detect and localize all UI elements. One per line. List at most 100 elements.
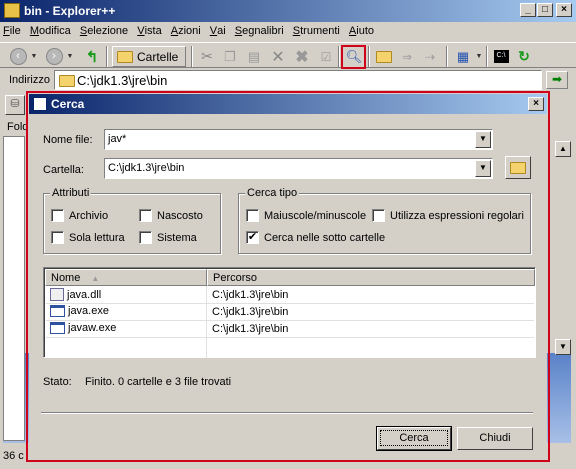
forward-dropdown-button[interactable]: ▼ (65, 46, 75, 67)
toolbar-separator (191, 46, 193, 67)
case-sensitive-checkbox[interactable]: Maiuscole/minuscole (246, 209, 366, 222)
checkbox-box[interactable] (139, 209, 152, 222)
new-folder-button[interactable] (374, 46, 394, 67)
subfolders-label: Cerca nelle sotto cartelle (264, 231, 386, 244)
file-path: C:\jdk1.3\jre\bin (212, 306, 289, 318)
go-button[interactable]: ➡ (546, 71, 568, 89)
dialog-close-button[interactable]: × (528, 97, 544, 111)
maximize-button[interactable]: □ (537, 3, 553, 17)
menu-vai[interactable]: Vai (207, 22, 229, 37)
dialog-separator (41, 412, 533, 414)
results-list[interactable]: Nome ▲ Percorso java.dll C:\jdk1.3\jre\b… (43, 267, 536, 358)
scroll-down-button[interactable]: ▼ (555, 339, 571, 355)
filename-label: Nome file: (43, 134, 93, 146)
copy-button[interactable]: ❐ (220, 46, 240, 67)
readonly-checkbox[interactable]: Sola lettura (51, 231, 125, 244)
search-button[interactable]: 🔍︎ (344, 46, 364, 67)
forward-button[interactable]: › (44, 46, 64, 67)
move-to-button[interactable]: ✕ (268, 46, 288, 67)
back-dropdown-button[interactable]: ▼ (29, 46, 39, 67)
column-header-path-label: Percorso (213, 272, 258, 284)
menu-vista[interactable]: Vista (134, 22, 164, 37)
paste-button[interactable]: ▤ (244, 46, 264, 67)
search-icon: 🔍︎ (345, 48, 363, 64)
command-prompt-button[interactable]: C:\ (491, 46, 511, 67)
drive-button[interactable]: ⛁ (5, 95, 25, 115)
column-header-name[interactable]: Nome ▲ (45, 269, 207, 286)
hidden-checkbox[interactable]: Nascosto (139, 209, 203, 222)
menu-bar: File Modifica Selezione Vista Azioni Vai… (0, 22, 576, 41)
paste-icon: ▤ (247, 48, 261, 64)
checkbox-box[interactable] (51, 231, 64, 244)
regex-label: Utilizza espressioni regolari (390, 209, 524, 222)
table-row[interactable]: javaw.exe C:\jdk1.3\jre\bin (46, 321, 534, 337)
back-button[interactable]: ‹ (8, 46, 28, 67)
chevron-down-icon[interactable]: ▼ (475, 131, 491, 148)
refresh-button[interactable]: ↻ (514, 46, 534, 67)
close-dialog-button[interactable]: Chiudi (457, 427, 533, 450)
system-checkbox[interactable]: Sistema (139, 231, 197, 244)
search-type-group: Cerca tipo Maiuscole/minuscole Utilizza … (238, 187, 531, 254)
views-dropdown-button[interactable]: ▼ (474, 46, 484, 67)
minimize-button[interactable]: _ (520, 3, 536, 17)
menu-azioni[interactable]: Azioni (168, 22, 204, 37)
folders-tree[interactable] (3, 136, 25, 441)
close-button-label: Chiudi (479, 432, 511, 444)
toolbar-separator (106, 46, 108, 67)
folders-button[interactable]: Cartelle (112, 46, 186, 67)
folder-label: Cartella: (43, 164, 84, 176)
table-row[interactable]: java.dll C:\jdk1.3\jre\bin (46, 287, 534, 303)
file-name: javaw.exe (68, 322, 117, 334)
go-arrow-icon: ➡ (551, 72, 563, 86)
checkbox-box[interactable] (246, 209, 259, 222)
cut-button[interactable]: ✂ (197, 46, 217, 67)
close-button[interactable]: × (556, 3, 572, 17)
sort-ascending-icon: ▲ (91, 274, 100, 283)
readonly-label: Sola lettura (69, 231, 125, 244)
properties-button[interactable]: ☑ (316, 46, 336, 67)
copy-icon: ❐ (224, 48, 236, 64)
folder-icon (4, 3, 20, 18)
chevron-down-icon[interactable]: ▼ (475, 160, 491, 177)
refresh-icon: ↻ (518, 48, 530, 64)
table-row[interactable]: java.exe C:\jdk1.3\jre\bin (46, 304, 534, 320)
folder-icon (117, 50, 133, 63)
delete-button[interactable]: ✖ (292, 46, 312, 67)
search-submit-button[interactable]: Cerca (376, 426, 452, 451)
views-button[interactable]: ▦ (453, 46, 473, 67)
dll-file-icon (50, 288, 64, 301)
move-folder-icon: ⇢ (424, 49, 436, 64)
regex-checkbox[interactable]: Utilizza espressioni regolari (372, 209, 524, 222)
forward-arrow-icon: › (45, 48, 63, 65)
file-name: java.dll (67, 288, 102, 301)
menu-file[interactable]: File (0, 22, 24, 37)
checkbox-box[interactable]: ✔ (246, 231, 259, 244)
archive-checkbox[interactable]: Archivio (51, 209, 108, 222)
back-arrow-icon: ‹ (9, 48, 27, 65)
column-header-path[interactable]: Percorso (207, 269, 535, 286)
folders-button-label: Cartelle (137, 49, 179, 64)
exe-file-icon (50, 322, 65, 334)
menu-strumenti[interactable]: Strumenti (290, 22, 343, 37)
up-folder-button[interactable]: ↰ (82, 46, 102, 67)
search-icon (33, 97, 47, 111)
browse-folder-button[interactable] (505, 156, 531, 179)
menu-aiuto[interactable]: Aiuto (346, 22, 377, 37)
move-folder-button[interactable]: ⇢ (420, 46, 440, 67)
up-arrow-icon: ↰ (85, 48, 99, 66)
toolbar-separator (446, 46, 448, 67)
file-list-scrollbar[interactable]: ▲ ▼ (553, 92, 573, 452)
filename-combobox[interactable]: jav* ▼ (104, 129, 493, 150)
folder-combobox[interactable]: C:\jdk1.3\jre\bin ▼ (104, 158, 493, 179)
menu-modifica[interactable]: Modifica (27, 22, 74, 37)
checkbox-box[interactable] (51, 209, 64, 222)
filename-value: jav* (108, 133, 127, 145)
menu-segnalibri[interactable]: Segnalibri (232, 22, 287, 37)
address-input[interactable]: C:\jdk1.3\jre\bin (54, 70, 542, 90)
menu-selezione[interactable]: Selezione (77, 22, 131, 37)
copy-to-button[interactable]: ⇒ (397, 46, 417, 67)
subfolders-checkbox[interactable]: ✔ Cerca nelle sotto cartelle (246, 231, 385, 244)
scroll-up-button[interactable]: ▲ (555, 141, 571, 157)
checkbox-box[interactable] (139, 231, 152, 244)
checkbox-box[interactable] (372, 209, 385, 222)
